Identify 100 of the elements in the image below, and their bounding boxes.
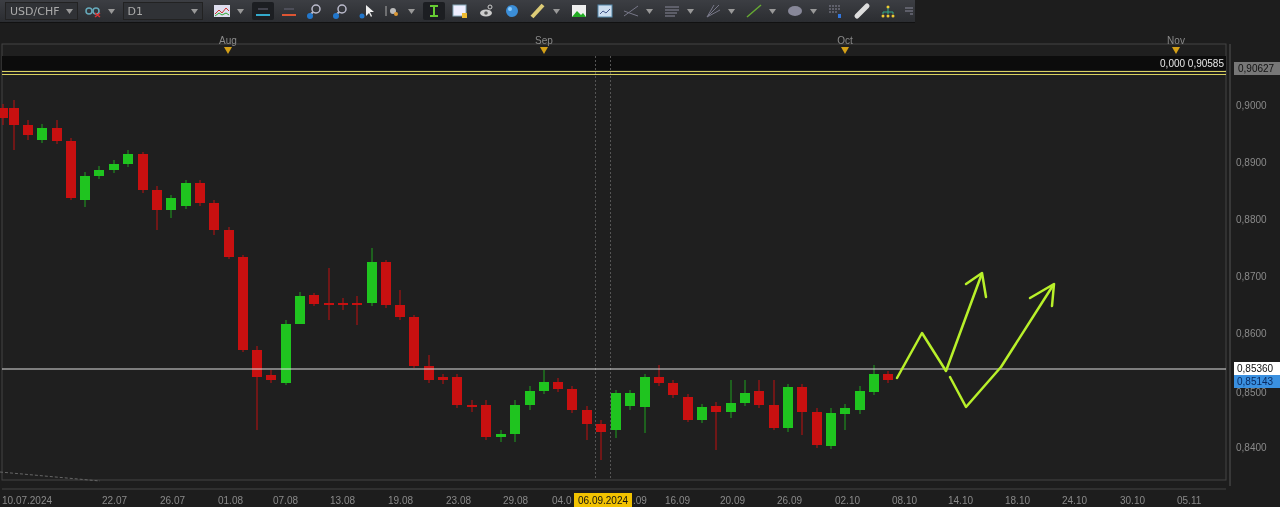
caret-icon[interactable] <box>728 8 735 14</box>
candle <box>740 379 750 407</box>
candle <box>625 389 635 411</box>
candle <box>152 185 162 231</box>
candle <box>195 179 205 207</box>
date-axis-label: 07.08 <box>273 495 299 506</box>
candle <box>640 373 650 434</box>
candle <box>783 383 793 433</box>
date-axis-label: 10.07.2024 <box>2 495 53 506</box>
candle <box>109 159 119 174</box>
price-axis-label: 0,8600 <box>1236 328 1267 339</box>
candle <box>668 379 678 399</box>
indicator-icon[interactable] <box>423 2 445 20</box>
candle <box>395 289 405 321</box>
symbol-dropdown[interactable]: USD/CHF <box>5 2 78 20</box>
candle <box>166 194 176 219</box>
caret-icon[interactable] <box>553 8 560 14</box>
candle <box>496 429 506 443</box>
month-label: Nov <box>1167 35 1185 46</box>
candle <box>840 403 850 431</box>
candle <box>797 383 807 436</box>
caret-icon[interactable] <box>687 8 694 14</box>
candle <box>209 199 219 236</box>
candle <box>295 291 305 324</box>
candle <box>683 393 693 423</box>
candle <box>826 407 836 450</box>
date-axis-label: 19.08 <box>388 495 414 506</box>
month-label: Oct <box>837 35 853 46</box>
date-axis-label: 23.08 <box>446 495 472 506</box>
price-badge: 0,90627 <box>1234 62 1280 75</box>
candle <box>409 314 419 369</box>
candle <box>352 295 362 326</box>
caret-icon[interactable] <box>810 8 817 14</box>
month-marker-icon <box>540 47 548 54</box>
candle <box>37 123 47 144</box>
price-axis-label: 0,8400 <box>1236 442 1267 453</box>
candle <box>94 165 104 180</box>
candle <box>309 292 319 307</box>
date-axis-label: 18.10 <box>1005 495 1031 506</box>
candle <box>711 401 721 451</box>
candle <box>66 137 76 201</box>
cursor-date-badge: 06.09.2024 <box>574 493 632 507</box>
month-label: Sep <box>535 35 553 46</box>
line-chart-icon[interactable] <box>211 2 233 20</box>
candle <box>883 370 893 384</box>
price-axis-label: 0,8700 <box>1236 271 1267 282</box>
candle <box>510 399 520 443</box>
price-axis-label: 0,8800 <box>1236 214 1267 225</box>
candle <box>438 373 448 385</box>
candle <box>553 377 563 393</box>
candle <box>697 403 707 424</box>
window-icon[interactable] <box>594 2 616 20</box>
candle <box>596 419 606 461</box>
candle <box>869 364 879 396</box>
date-axis-label: 29.08 <box>503 495 529 506</box>
timeframe-dropdown[interactable]: D1 <box>122 2 203 20</box>
candle <box>266 369 276 384</box>
candle <box>567 385 577 414</box>
candle <box>181 179 191 210</box>
candle <box>381 259 391 309</box>
caret-icon[interactable] <box>408 8 415 14</box>
date-axis-label: 30.10 <box>1120 495 1146 506</box>
price-axis-label: 0,8500 <box>1236 387 1267 398</box>
candle <box>582 405 592 441</box>
date-axis-label: 04.0 <box>552 495 572 506</box>
candle <box>539 369 549 395</box>
candle <box>467 399 477 413</box>
date-axis-label: 26.07 <box>160 495 186 506</box>
caret-icon[interactable] <box>107 8 115 14</box>
date-axis-label: 14.10 <box>948 495 974 506</box>
month-marker-icon <box>841 47 849 54</box>
date-axis-label: 08.10 <box>892 495 918 506</box>
month-marker-icon <box>224 47 232 54</box>
caret-icon <box>191 8 198 14</box>
caret-icon[interactable] <box>769 8 776 14</box>
date-axis-label: 20.09 <box>720 495 746 506</box>
candle <box>525 385 535 411</box>
candle <box>367 247 377 307</box>
bid-price-badge: 0,85360 <box>1234 362 1280 375</box>
caret-icon[interactable] <box>237 8 244 14</box>
candle <box>424 354 434 384</box>
ask-price-badge: 0,85143 <box>1234 375 1280 388</box>
candle <box>769 379 779 431</box>
candle <box>123 149 133 168</box>
caret-icon <box>65 8 73 14</box>
month-label: Aug <box>219 35 237 46</box>
date-axis-label: 22.07 <box>102 495 128 506</box>
candle <box>338 297 348 311</box>
candle <box>812 407 822 449</box>
price-axis-label: 0,8900 <box>1236 157 1267 168</box>
info-band-text: 0,000 0,90585 <box>1160 58 1224 69</box>
date-axis-label: 05.11 <box>1177 495 1202 506</box>
candle <box>481 399 491 441</box>
candle <box>324 267 334 321</box>
candle <box>726 379 736 419</box>
caret-icon[interactable] <box>646 8 653 14</box>
price-axis-label: 0,9000 <box>1236 100 1267 111</box>
date-axis-label: 16.09 <box>665 495 691 506</box>
candle <box>80 171 90 208</box>
candle <box>452 373 462 409</box>
